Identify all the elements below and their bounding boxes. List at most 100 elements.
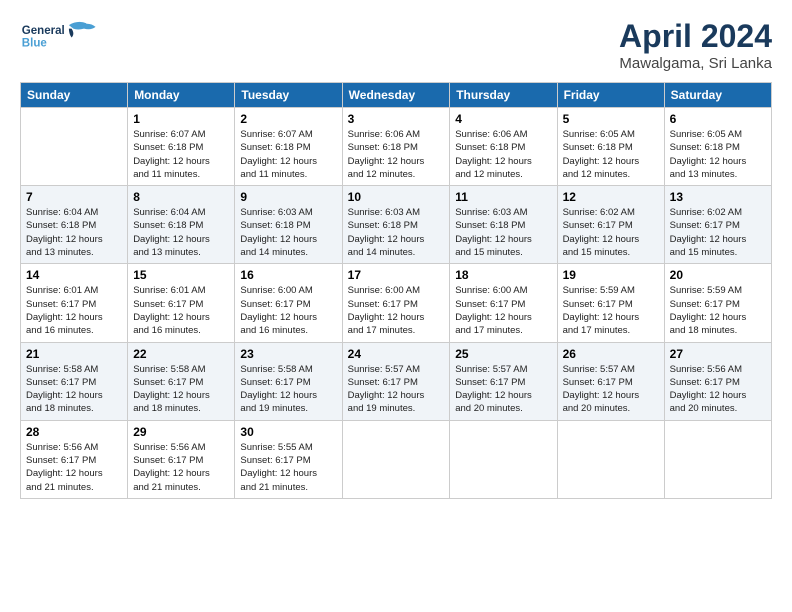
header-friday: Friday <box>557 83 664 108</box>
day-info: Sunrise: 6:05 AM Sunset: 6:18 PM Dayligh… <box>563 128 659 181</box>
calendar-cell: 8 Sunrise: 6:04 AM Sunset: 6:18 PM Daylig… <box>128 186 235 264</box>
day-info: Sunrise: 6:06 AM Sunset: 6:18 PM Dayligh… <box>348 128 445 181</box>
weekday-header-row: Sunday Monday Tuesday Wednesday Thursday… <box>21 83 772 108</box>
day-info: Sunrise: 6:00 AM Sunset: 6:17 PM Dayligh… <box>455 284 551 337</box>
calendar-cell: 20 Sunrise: 5:59 AM Sunset: 6:17 PM Dayli… <box>664 264 771 342</box>
day-info: Sunrise: 6:02 AM Sunset: 6:17 PM Dayligh… <box>670 206 766 259</box>
day-number: 18 <box>455 268 551 282</box>
calendar-cell: 3 Sunrise: 6:06 AM Sunset: 6:18 PM Daylig… <box>342 108 450 186</box>
header-wednesday: Wednesday <box>342 83 450 108</box>
day-number: 14 <box>26 268 122 282</box>
day-info: Sunrise: 6:04 AM Sunset: 6:18 PM Dayligh… <box>133 206 229 259</box>
calendar-week-row: 14 Sunrise: 6:01 AM Sunset: 6:17 PM Dayli… <box>21 264 772 342</box>
day-number: 20 <box>670 268 766 282</box>
day-info: Sunrise: 5:58 AM Sunset: 6:17 PM Dayligh… <box>240 363 336 416</box>
day-info: Sunrise: 6:07 AM Sunset: 6:18 PM Dayligh… <box>133 128 229 181</box>
day-number: 7 <box>26 190 122 204</box>
day-number: 16 <box>240 268 336 282</box>
calendar-cell <box>21 108 128 186</box>
day-info: Sunrise: 5:59 AM Sunset: 6:17 PM Dayligh… <box>563 284 659 337</box>
calendar-cell: 4 Sunrise: 6:06 AM Sunset: 6:18 PM Daylig… <box>450 108 557 186</box>
calendar-cell: 10Sunrise: 6:03 AM Sunset: 6:18 PM Dayli… <box>342 186 450 264</box>
day-number: 11 <box>455 190 551 204</box>
day-number: 25 <box>455 347 551 361</box>
header-saturday: Saturday <box>664 83 771 108</box>
calendar-cell: 25 Sunrise: 5:57 AM Sunset: 6:17 PM Dayli… <box>450 342 557 420</box>
calendar-cell: 6Sunrise: 6:05 AM Sunset: 6:18 PM Daylig… <box>664 108 771 186</box>
calendar-cell: 29Sunrise: 5:56 AM Sunset: 6:17 PM Dayli… <box>128 420 235 498</box>
calendar-cell: 27 Sunrise: 5:56 AM Sunset: 6:17 PM Dayli… <box>664 342 771 420</box>
calendar-cell: 12 Sunrise: 6:02 AM Sunset: 6:17 PM Dayli… <box>557 186 664 264</box>
day-number: 23 <box>240 347 336 361</box>
calendar-week-row: 7 Sunrise: 6:04 AM Sunset: 6:18 PM Daylig… <box>21 186 772 264</box>
calendar-cell: 19 Sunrise: 5:59 AM Sunset: 6:17 PM Dayli… <box>557 264 664 342</box>
calendar-cell: 28 Sunrise: 5:56 AM Sunset: 6:17 PM Dayli… <box>21 420 128 498</box>
calendar-table: Sunday Monday Tuesday Wednesday Thursday… <box>20 82 772 499</box>
calendar-cell <box>342 420 450 498</box>
day-number: 27 <box>670 347 766 361</box>
calendar-cell <box>450 420 557 498</box>
day-info: Sunrise: 6:04 AM Sunset: 6:18 PM Dayligh… <box>26 206 122 259</box>
calendar-cell: 26 Sunrise: 5:57 AM Sunset: 6:17 PM Dayli… <box>557 342 664 420</box>
calendar-cell <box>557 420 664 498</box>
header-tuesday: Tuesday <box>235 83 342 108</box>
calendar-cell: 9Sunrise: 6:03 AM Sunset: 6:18 PM Daylig… <box>235 186 342 264</box>
page: General Blue April 2024 Mawalgama, Sri L… <box>0 0 792 612</box>
day-number: 12 <box>563 190 659 204</box>
logo-image: General Blue <box>20 18 100 58</box>
day-number: 2 <box>240 112 336 126</box>
calendar-cell <box>664 420 771 498</box>
svg-text:Blue: Blue <box>22 37 48 49</box>
day-info: Sunrise: 6:01 AM Sunset: 6:17 PM Dayligh… <box>26 284 122 337</box>
calendar-cell: 18 Sunrise: 6:00 AM Sunset: 6:17 PM Dayli… <box>450 264 557 342</box>
location-subtitle: Mawalgama, Sri Lanka <box>619 55 772 72</box>
calendar-cell: 14 Sunrise: 6:01 AM Sunset: 6:17 PM Dayli… <box>21 264 128 342</box>
svg-text:General: General <box>22 25 65 37</box>
day-number: 30 <box>240 425 336 439</box>
calendar-cell: 11Sunrise: 6:03 AM Sunset: 6:18 PM Dayli… <box>450 186 557 264</box>
day-info: Sunrise: 6:06 AM Sunset: 6:18 PM Dayligh… <box>455 128 551 181</box>
calendar-cell: 24Sunrise: 5:57 AM Sunset: 6:17 PM Dayli… <box>342 342 450 420</box>
day-info: Sunrise: 6:00 AM Sunset: 6:17 PM Dayligh… <box>240 284 336 337</box>
calendar-cell: 1 Sunrise: 6:07 AM Sunset: 6:18 PM Daylig… <box>128 108 235 186</box>
day-info: Sunrise: 6:07 AM Sunset: 6:18 PM Dayligh… <box>240 128 336 181</box>
day-number: 6 <box>670 112 766 126</box>
day-info: Sunrise: 5:58 AM Sunset: 6:17 PM Dayligh… <box>26 363 122 416</box>
day-info: Sunrise: 5:55 AM Sunset: 6:17 PM Dayligh… <box>240 441 336 494</box>
calendar-cell: 22Sunrise: 5:58 AM Sunset: 6:17 PM Dayli… <box>128 342 235 420</box>
day-info: Sunrise: 6:01 AM Sunset: 6:17 PM Dayligh… <box>133 284 229 337</box>
day-number: 10 <box>348 190 445 204</box>
calendar-cell: 5 Sunrise: 6:05 AM Sunset: 6:18 PM Daylig… <box>557 108 664 186</box>
day-info: Sunrise: 6:02 AM Sunset: 6:17 PM Dayligh… <box>563 206 659 259</box>
calendar-cell: 30 Sunrise: 5:55 AM Sunset: 6:17 PM Dayli… <box>235 420 342 498</box>
calendar-week-row: 1 Sunrise: 6:07 AM Sunset: 6:18 PM Daylig… <box>21 108 772 186</box>
header: General Blue April 2024 Mawalgama, Sri L… <box>20 18 772 72</box>
day-info: Sunrise: 5:57 AM Sunset: 6:17 PM Dayligh… <box>563 363 659 416</box>
calendar-cell: 21 Sunrise: 5:58 AM Sunset: 6:17 PM Dayli… <box>21 342 128 420</box>
day-info: Sunrise: 5:56 AM Sunset: 6:17 PM Dayligh… <box>670 363 766 416</box>
day-number: 1 <box>133 112 229 126</box>
calendar-cell: 16 Sunrise: 6:00 AM Sunset: 6:17 PM Dayli… <box>235 264 342 342</box>
day-number: 21 <box>26 347 122 361</box>
day-info: Sunrise: 6:00 AM Sunset: 6:17 PM Dayligh… <box>348 284 445 337</box>
day-number: 8 <box>133 190 229 204</box>
calendar-cell: 23 Sunrise: 5:58 AM Sunset: 6:17 PM Dayli… <box>235 342 342 420</box>
day-number: 19 <box>563 268 659 282</box>
day-number: 28 <box>26 425 122 439</box>
day-info: Sunrise: 5:57 AM Sunset: 6:17 PM Dayligh… <box>455 363 551 416</box>
day-number: 5 <box>563 112 659 126</box>
calendar-cell: 17 Sunrise: 6:00 AM Sunset: 6:17 PM Dayli… <box>342 264 450 342</box>
day-number: 3 <box>348 112 445 126</box>
day-number: 26 <box>563 347 659 361</box>
day-info: Sunrise: 5:56 AM Sunset: 6:17 PM Dayligh… <box>26 441 122 494</box>
day-number: 17 <box>348 268 445 282</box>
calendar-cell: 13 Sunrise: 6:02 AM Sunset: 6:17 PM Dayli… <box>664 186 771 264</box>
header-monday: Monday <box>128 83 235 108</box>
calendar-week-row: 21 Sunrise: 5:58 AM Sunset: 6:17 PM Dayli… <box>21 342 772 420</box>
day-number: 15 <box>133 268 229 282</box>
day-info: Sunrise: 5:56 AM Sunset: 6:17 PM Dayligh… <box>133 441 229 494</box>
day-number: 13 <box>670 190 766 204</box>
calendar-cell: 15 Sunrise: 6:01 AM Sunset: 6:17 PM Dayli… <box>128 264 235 342</box>
day-info: Sunrise: 5:59 AM Sunset: 6:17 PM Dayligh… <box>670 284 766 337</box>
day-number: 4 <box>455 112 551 126</box>
